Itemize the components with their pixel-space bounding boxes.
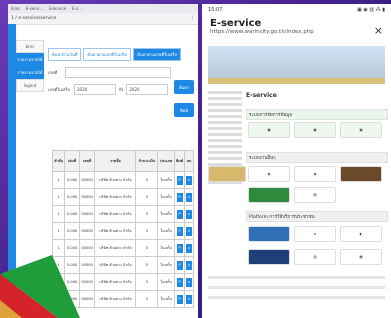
decorative-corner-shapes xyxy=(0,255,80,318)
